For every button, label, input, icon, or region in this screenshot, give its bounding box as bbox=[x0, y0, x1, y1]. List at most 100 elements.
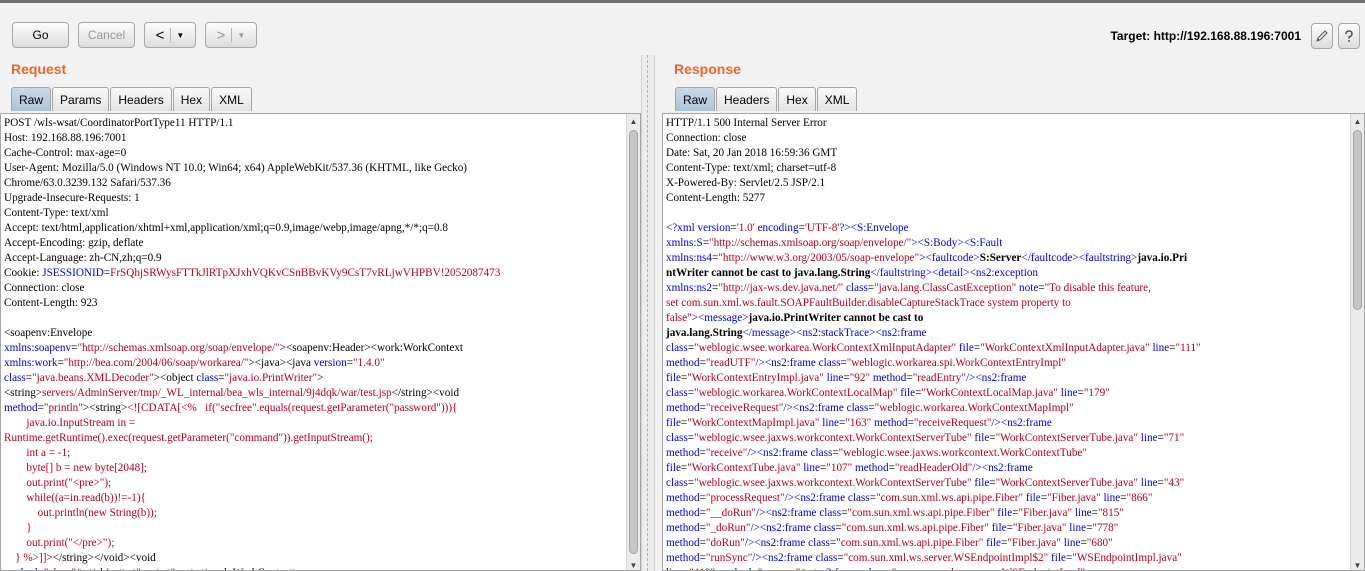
response-scrollbar[interactable]: ▲ ▼ bbox=[1350, 114, 1364, 570]
response-token: "com.sun.xml.ws.server.WSEndpointImpl" bbox=[892, 567, 1085, 570]
request-line: Cookie: JSESSIONID=FrSQhjSRWysFTTkJlRTpX… bbox=[4, 266, 500, 281]
response-line: method="processRequest"/><ns2:frame clas… bbox=[666, 491, 1201, 506]
request-tab-params[interactable]: Params bbox=[52, 87, 110, 111]
response-line: method="readUTF"/><ns2:frame class="webl… bbox=[666, 356, 1201, 371]
request-line: <string>servers/AdminServer/tmp/_WL_inte… bbox=[4, 386, 500, 401]
request-token: java.io.InputStream in = bbox=[4, 417, 136, 429]
request-text[interactable]: POST /wls-wsat/CoordinatorPortType11 HTT… bbox=[4, 116, 500, 570]
response-token: "runSync" bbox=[705, 552, 753, 564]
response-token: class bbox=[666, 387, 688, 399]
scroll-thumb[interactable] bbox=[1353, 130, 1362, 310]
pane-divider[interactable] bbox=[641, 55, 655, 571]
response-token: "com.sun.xml.ws.api.pipe.Fiber" bbox=[875, 492, 1024, 504]
response-token: <?xml bbox=[666, 222, 698, 234]
response-text[interactable]: HTTP/1.1 500 Internal Server Error Connec… bbox=[666, 116, 1201, 570]
request-line: } bbox=[4, 521, 500, 536]
pencil-icon bbox=[1316, 30, 1328, 42]
response-token: <faultstring> bbox=[1078, 252, 1138, 264]
request-line: java.io.InputStream in = bbox=[4, 416, 500, 431]
request-token: Cookie: bbox=[4, 267, 43, 279]
request-token: out.print("</pre>"); bbox=[4, 537, 115, 549]
response-token: file bbox=[958, 342, 974, 354]
go-button[interactable]: Go bbox=[12, 22, 69, 48]
response-token: line bbox=[1074, 507, 1092, 519]
edit-target-button[interactable] bbox=[1311, 23, 1333, 49]
request-tab-hex[interactable]: Hex bbox=[172, 87, 211, 111]
response-token: java.lang.String bbox=[666, 327, 743, 339]
request-line: method="println"><string><![CDATA[<% if(… bbox=[4, 401, 500, 416]
response-tab-raw[interactable]: Raw bbox=[675, 87, 716, 111]
scroll-up-icon[interactable]: ▲ bbox=[627, 114, 640, 128]
response-token: line bbox=[1140, 432, 1158, 444]
response-token: "WorkContextLocalMap.java" bbox=[921, 387, 1058, 399]
response-line: set com.sun.xml.ws.fault.SOAPFaultBuilde… bbox=[666, 296, 1201, 311]
request-token: Connection: close bbox=[4, 282, 85, 294]
response-token: "weblogic.workarea.spi.WorkContextEntryI… bbox=[846, 357, 1066, 369]
response-line: Content-Length: 5277 bbox=[666, 191, 1201, 206]
response-token: line bbox=[666, 567, 683, 570]
scroll-up-icon[interactable]: ▲ bbox=[1351, 114, 1364, 128]
response-token: "778" bbox=[1092, 522, 1119, 534]
request-token: "close" bbox=[44, 567, 76, 570]
chevron-down-icon: ▼ bbox=[237, 30, 246, 40]
response-token: java.io.PrintWriter cannot be cast to bbox=[748, 312, 924, 324]
response-line: Connection: close bbox=[666, 131, 1201, 146]
response-token: /> bbox=[752, 552, 762, 564]
help-button[interactable] bbox=[1338, 23, 1360, 49]
response-token: <ns2:frame bbox=[975, 372, 1027, 384]
response-tab-headers[interactable]: Headers bbox=[716, 87, 778, 111]
response-token: "com.sun.xml.ws.server.WSEndpointImpl$2" bbox=[843, 552, 1049, 564]
response-token: /> bbox=[755, 357, 765, 369]
cancel-button[interactable]: Cancel bbox=[78, 22, 135, 48]
request-token: Content-Length: 923 bbox=[4, 297, 98, 309]
response-token: <S:Body> bbox=[917, 237, 964, 249]
response-token: /> bbox=[972, 462, 982, 474]
go-button-label: Go bbox=[32, 28, 49, 42]
request-token: Host: 192.168.88.196:7001 bbox=[4, 132, 127, 144]
response-token: <ns2:frame bbox=[981, 462, 1033, 474]
response-line: HTTP/1.1 500 Internal Server Error bbox=[666, 116, 1201, 131]
response-token: /> bbox=[991, 417, 1001, 429]
forward-button[interactable]: > ▼ bbox=[205, 22, 257, 48]
response-token: "weblogic.wsee.jaxws.workcontext.WorkCon… bbox=[694, 477, 972, 489]
response-token: method bbox=[666, 552, 700, 564]
response-token: method bbox=[666, 522, 700, 534]
response-tab-xml[interactable]: XML bbox=[816, 87, 858, 111]
response-pane: Response Raw Headers Hex XML HTTP/1.1 50… bbox=[655, 55, 1365, 571]
request-token: } %>]]> bbox=[4, 552, 53, 564]
response-tab-hex[interactable]: Hex bbox=[778, 87, 816, 111]
response-token: xmlns:ns4 bbox=[666, 252, 713, 264]
response-token: method bbox=[666, 447, 700, 459]
response-token: method bbox=[666, 357, 700, 369]
request-tab-xml[interactable]: XML bbox=[211, 87, 252, 111]
response-line: Date: Sat, 20 Jan 2018 16:59:36 GMT bbox=[666, 146, 1201, 161]
response-line: method="receiveRequest"/><ns2:frame clas… bbox=[666, 401, 1201, 416]
request-scrollbar[interactable]: ▲ ▼ bbox=[626, 114, 640, 570]
request-token: <soapenv:Envelope bbox=[4, 327, 93, 339]
response-token: <ns2:frame bbox=[810, 567, 864, 570]
response-token: <ns2:exception bbox=[969, 267, 1039, 279]
response-token: line bbox=[803, 462, 820, 474]
response-token: class bbox=[818, 357, 841, 369]
response-token: file bbox=[900, 387, 916, 399]
request-token: ><java><java bbox=[248, 357, 314, 369]
request-tab-raw[interactable]: Raw bbox=[11, 87, 52, 111]
request-token: while((a=in.read(b))!=-1){ bbox=[4, 492, 146, 504]
response-token: method bbox=[666, 402, 700, 414]
scroll-thumb[interactable] bbox=[629, 130, 638, 554]
back-button[interactable]: < ▼ bbox=[144, 22, 196, 48]
response-token: /> bbox=[750, 522, 760, 534]
response-token: class bbox=[846, 402, 869, 414]
scroll-down-icon[interactable]: ▼ bbox=[1351, 558, 1364, 570]
response-title: Response bbox=[674, 61, 741, 77]
scroll-down-icon[interactable]: ▼ bbox=[627, 558, 640, 570]
response-token: method bbox=[666, 507, 700, 519]
request-tab-headers[interactable]: Headers bbox=[110, 87, 172, 111]
response-token: "866" bbox=[1126, 492, 1153, 504]
response-token: S:Server bbox=[979, 252, 1022, 264]
response-editor[interactable]: HTTP/1.1 500 Internal Server Error Connec… bbox=[662, 113, 1365, 571]
request-editor[interactable]: POST /wls-wsat/CoordinatorPortType11 HTT… bbox=[0, 113, 641, 571]
response-token: class bbox=[864, 567, 886, 570]
response-token: line bbox=[1060, 387, 1078, 399]
request-token: servers/AdminServer/tmp/_WL_internal/bea… bbox=[42, 387, 392, 399]
